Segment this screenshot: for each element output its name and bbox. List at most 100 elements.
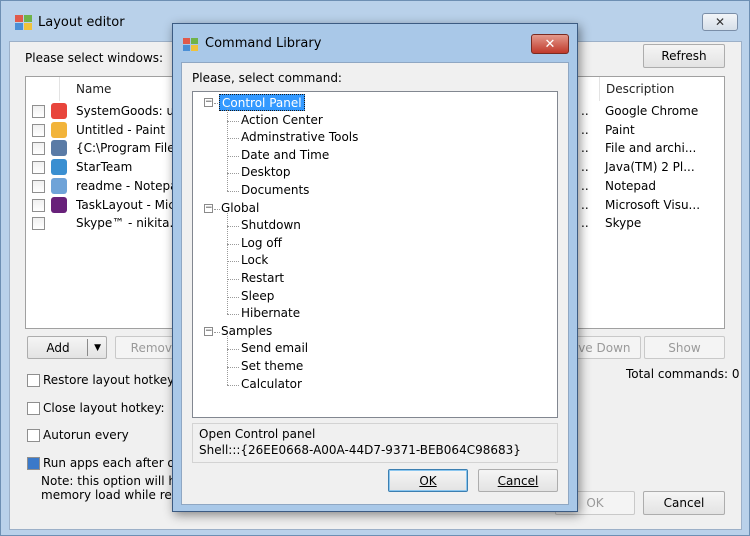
restore-hotkey-checkbox[interactable]: [27, 374, 40, 387]
tree-connector: [227, 173, 239, 175]
row-truncation: ..: [581, 160, 589, 175]
row-description: Paint: [605, 122, 635, 137]
tree-connector: [227, 107, 228, 191]
dialog-title: Command Library: [205, 36, 322, 51]
tree-connector: [227, 120, 239, 122]
tree-item-shutdown[interactable]: Shutdown: [241, 217, 301, 234]
dialog-client-area: Please, select command: − Control Panel Ac…: [181, 62, 569, 505]
row-description: File and archi...: [605, 141, 697, 156]
row-description: Notepad: [605, 178, 656, 193]
show-button[interactable]: Show: [644, 336, 725, 359]
dialog-cancel-label: Cancel: [497, 473, 539, 488]
tree-item-send-email[interactable]: Send email: [241, 340, 308, 357]
tree-connector: [227, 226, 239, 228]
autorun-checkbox[interactable]: [27, 429, 40, 442]
tree-group-samples[interactable]: Samples: [221, 323, 272, 340]
close-hotkey-label: Close layout hotkey:: [43, 401, 165, 415]
row-checkbox[interactable]: [32, 161, 45, 175]
tree-item-calculator[interactable]: Calculator: [241, 376, 302, 393]
tree-connector: [227, 336, 228, 385]
row-checkbox[interactable]: [32, 179, 45, 193]
tree-item-set-theme[interactable]: Set theme: [241, 358, 303, 375]
row-truncation: ..: [581, 141, 589, 156]
notepad-icon: [51, 177, 67, 194]
tree-item-adminstrative-tools[interactable]: Adminstrative Tools: [241, 129, 358, 146]
row-truncation: ..: [581, 104, 589, 118]
dialog-ok-button[interactable]: OK: [388, 469, 468, 492]
tree-item-desktop[interactable]: Desktop: [241, 164, 291, 181]
tree-connector: [227, 279, 239, 280]
dialog-ok-label: OK: [419, 473, 437, 488]
dialog-cancel-button[interactable]: Cancel: [478, 469, 558, 492]
row-description: Google Chrome: [605, 104, 699, 118]
close-hotkey-checkbox[interactable]: [27, 402, 40, 415]
row-truncation: ..: [581, 178, 589, 193]
command-description: Open Control panel: [199, 427, 316, 441]
chrome-icon: [51, 103, 67, 119]
tree-group-control-panel[interactable]: Control Panel: [219, 94, 305, 111]
visual-studio-icon: [51, 196, 67, 213]
tree-connector: [227, 349, 239, 351]
tree-item-log-off[interactable]: Log off: [241, 235, 282, 252]
main-close-button[interactable]: ✕: [702, 13, 738, 31]
row-description: Microsoft Visu...: [605, 197, 701, 212]
row-description: Java(TM) 2 Pl...: [605, 160, 695, 175]
column-header-check[interactable]: [26, 77, 60, 101]
dropdown-arrow-icon[interactable]: ▼: [94, 343, 101, 353]
command-info-panel: Open Control panel Shell:::{26EE0668-A00…: [192, 423, 558, 463]
paint-icon: [51, 121, 67, 138]
row-truncation: ..: [581, 216, 589, 231]
close-icon: ✕: [714, 15, 726, 29]
row-checkbox[interactable]: [32, 142, 45, 156]
refresh-button[interactable]: Refresh: [643, 44, 725, 68]
tree-connector: [227, 243, 239, 245]
select-command-label: Please, select command:: [192, 71, 342, 85]
tree-item-lock[interactable]: Lock: [241, 252, 268, 269]
archive-icon: [51, 140, 67, 157]
tree-item-sleep[interactable]: Sleep: [241, 288, 274, 305]
tree-connector: [227, 155, 239, 157]
row-checkbox[interactable]: [32, 123, 45, 137]
tree-connector: [214, 208, 220, 210]
row-description: Skype: [605, 216, 642, 231]
add-split-divider: [87, 339, 88, 356]
tree-item-hibernate[interactable]: Hibernate: [241, 305, 300, 322]
tree-connector: [227, 296, 239, 298]
layout-editor-app-icon: [15, 15, 32, 30]
command-library-dialog: Command Library ✕ Please, select command…: [172, 23, 578, 512]
autorun-label: Autorun every: [43, 428, 129, 442]
tree-collapse-icon[interactable]: −: [204, 203, 213, 213]
tree-collapse-icon[interactable]: −: [204, 98, 213, 107]
tree-connector: [227, 213, 228, 315]
run-apps-checkbox[interactable]: [27, 457, 40, 470]
starteam-icon: [51, 159, 67, 176]
main-window-title: Layout editor: [38, 15, 125, 30]
tree-connector: [227, 138, 239, 140]
tree-connector: [227, 367, 239, 368]
row-checkbox[interactable]: [32, 105, 45, 118]
total-commands-label: Total commands: 0: [626, 367, 740, 381]
tree-item-documents[interactable]: Documents: [241, 182, 309, 199]
tree-connector: [227, 314, 239, 316]
select-windows-label: Please select windows:: [25, 51, 164, 65]
tree-item-date-and-time[interactable]: Date and Time: [241, 147, 329, 164]
restore-hotkey-label: Restore layout hotkey:: [43, 373, 178, 387]
row-truncation: ..: [581, 122, 589, 137]
tree-connector: [227, 191, 239, 192]
close-icon: ✕: [544, 36, 556, 52]
command-target: Shell:::{26EE0668-A00A-44D7-9371-BEB064C…: [199, 443, 521, 457]
tree-connector: [214, 331, 220, 333]
tree-connector: [227, 261, 239, 263]
add-button-label: Add: [46, 340, 70, 355]
command-library-app-icon: [183, 38, 198, 51]
dialog-close-button[interactable]: ✕: [531, 34, 569, 54]
add-button[interactable]: Add ▼: [27, 336, 107, 359]
row-checkbox[interactable]: [32, 198, 45, 212]
tree-collapse-icon[interactable]: −: [204, 326, 213, 336]
main-cancel-button[interactable]: Cancel: [643, 491, 725, 515]
tree-item-action-center[interactable]: Action Center: [241, 112, 323, 129]
column-header-description[interactable]: Description: [600, 77, 724, 101]
command-tree[interactable]: − Control Panel Action Center Adminstrative…: [192, 91, 558, 418]
row-checkbox[interactable]: [32, 217, 45, 231]
tree-item-restart[interactable]: Restart: [241, 270, 284, 287]
